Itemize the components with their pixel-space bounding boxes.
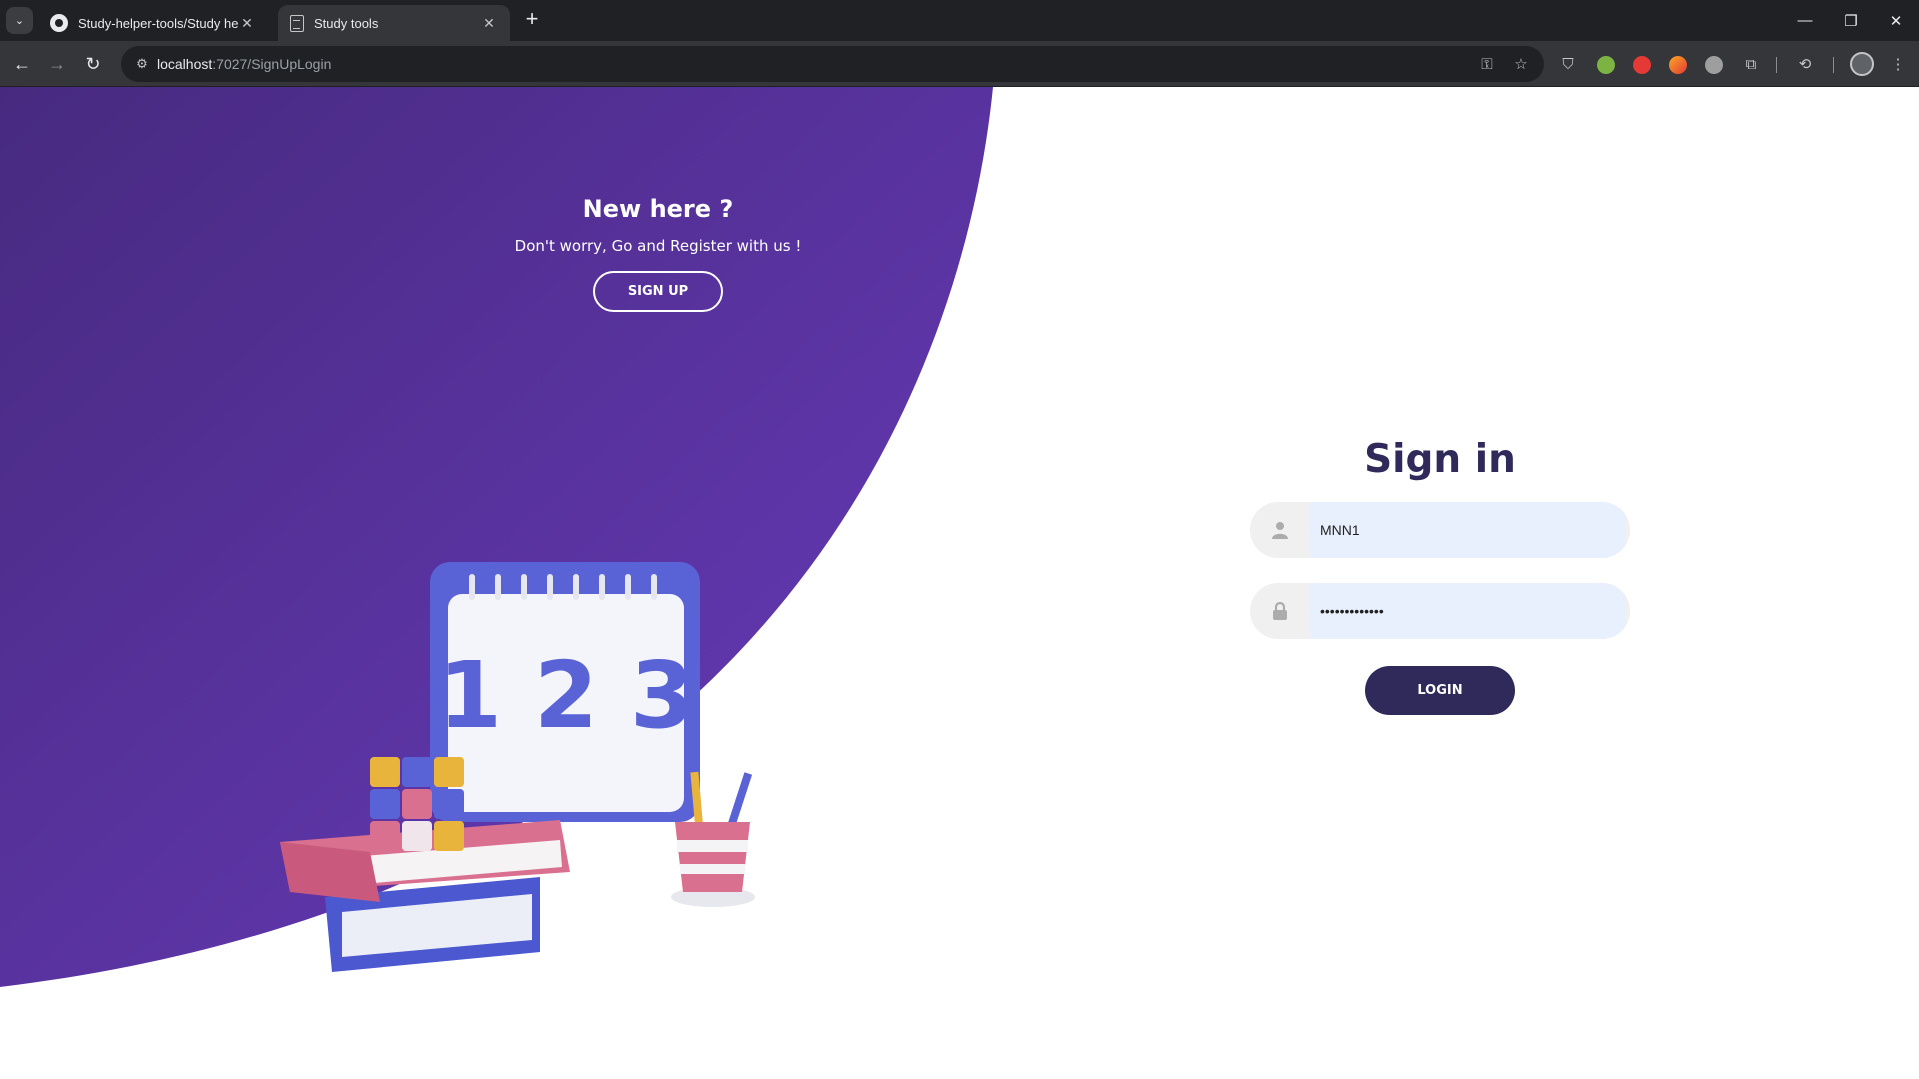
lock-icon bbox=[1250, 602, 1310, 620]
url-path: :7027/SignUpLogin bbox=[212, 56, 332, 72]
username-field[interactable]: MNN1 bbox=[1250, 502, 1630, 558]
shield-extension-icon[interactable]: ⛉ bbox=[1558, 54, 1578, 74]
login-button[interactable]: LOGIN bbox=[1365, 666, 1515, 715]
signin-form: Sign in MNN1 ••••••••••••• LOGIN bbox=[1250, 437, 1630, 715]
bookmark-star-icon[interactable]: ☆ bbox=[1511, 54, 1531, 74]
site-settings-icon[interactable]: ⚙ bbox=[133, 55, 151, 73]
green-extension-icon[interactable] bbox=[1597, 56, 1615, 74]
sign-up-button[interactable]: SIGN UP bbox=[593, 271, 723, 312]
restore-icon[interactable]: ❐ bbox=[1828, 0, 1874, 41]
toolbar-separator bbox=[1776, 57, 1777, 73]
red-extension-icon[interactable] bbox=[1633, 56, 1651, 74]
signup-panel: New here ? Don't worry, Go and Register … bbox=[470, 195, 846, 312]
tab-study-tools[interactable]: Study tools ✕ bbox=[278, 5, 510, 41]
window-close-icon[interactable]: ✕ bbox=[1873, 0, 1919, 41]
colorful-extension-icon[interactable] bbox=[1669, 56, 1687, 74]
extensions-puzzle-icon[interactable]: ⧉ bbox=[1741, 54, 1761, 74]
document-icon bbox=[290, 14, 304, 32]
url-text[interactable]: localhost:7027/SignUpLogin bbox=[157, 56, 331, 72]
password-input[interactable]: ••••••••••••• bbox=[1310, 583, 1625, 639]
calendar-numbers: 1 2 3 bbox=[438, 642, 694, 749]
username-input[interactable]: MNN1 bbox=[1310, 502, 1625, 558]
page-content: New here ? Don't worry, Go and Register … bbox=[0, 87, 1919, 1079]
minimize-icon[interactable]: — bbox=[1782, 0, 1828, 41]
tab-github[interactable]: Study-helper-tools/Study helpe ✕ bbox=[38, 5, 268, 41]
address-bar[interactable]: ⚙ localhost:7027/SignUpLogin ⚿ ☆ bbox=[121, 46, 1544, 82]
password-field[interactable]: ••••••••••••• bbox=[1250, 583, 1630, 639]
tab-title: Study tools bbox=[314, 15, 379, 31]
tab-title: Study-helper-tools/Study helpe bbox=[78, 15, 238, 31]
signup-text: Don't worry, Go and Register with us ! bbox=[514, 237, 802, 255]
signin-title: Sign in bbox=[1364, 437, 1516, 482]
toolbar-separator bbox=[1833, 57, 1834, 73]
tab-strip: ⌄ Study-helper-tools/Study helpe ✕ Study… bbox=[0, 0, 1919, 41]
tab-close-icon[interactable]: ✕ bbox=[238, 15, 256, 32]
rubiks-cube-icon bbox=[370, 757, 464, 851]
signup-heading: New here ? bbox=[582, 195, 734, 223]
mask-extension-icon[interactable] bbox=[1705, 56, 1723, 74]
study-illustration: 1 2 3 bbox=[280, 562, 755, 972]
url-host: localhost bbox=[157, 56, 213, 72]
user-icon bbox=[1250, 521, 1310, 539]
forward-icon[interactable]: → bbox=[43, 50, 71, 78]
history-icon[interactable]: ⟲ bbox=[1795, 54, 1815, 74]
github-icon bbox=[50, 14, 68, 32]
browser-toolbar: ← → ↻ ⚙ localhost:7027/SignUpLogin ⚿ ☆ ⛉… bbox=[0, 41, 1919, 87]
reload-icon[interactable]: ↻ bbox=[79, 50, 107, 78]
tab-close-icon[interactable]: ✕ bbox=[480, 15, 498, 32]
back-icon[interactable]: ← bbox=[8, 50, 36, 78]
profile-avatar[interactable] bbox=[1850, 52, 1874, 76]
password-key-icon[interactable]: ⚿ bbox=[1477, 54, 1497, 74]
menu-kebab-icon[interactable]: ⋮ bbox=[1888, 54, 1908, 74]
new-tab-icon[interactable]: + bbox=[520, 8, 544, 32]
tab-search-chevron-icon[interactable]: ⌄ bbox=[6, 7, 33, 34]
